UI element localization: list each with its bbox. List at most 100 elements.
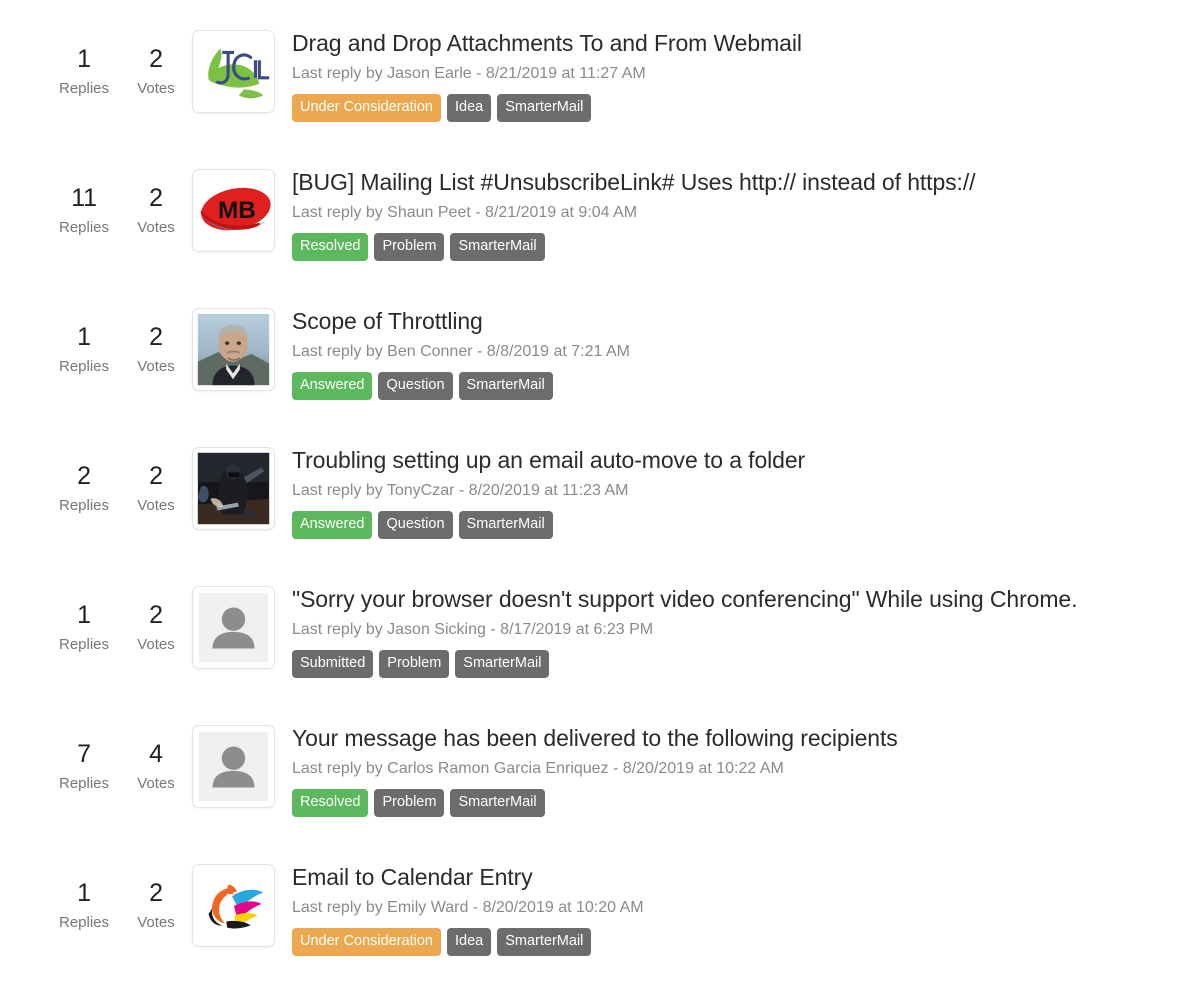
replies-label: Replies bbox=[58, 636, 110, 653]
avatar-cell: MB bbox=[192, 161, 292, 252]
category-tag[interactable]: Problem bbox=[374, 789, 445, 817]
man-photo-avatar[interactable] bbox=[192, 308, 275, 391]
votes-count: 2 bbox=[149, 462, 163, 490]
replies-count: 1 bbox=[77, 323, 91, 351]
replies-stat: 1 Replies bbox=[48, 322, 120, 378]
thread-title-link[interactable]: Troubling setting up an email auto-move … bbox=[292, 445, 1200, 475]
category-tag[interactable]: SmarterMail bbox=[458, 511, 553, 539]
category-tag[interactable]: Idea bbox=[447, 928, 492, 956]
thread-content: Your message has been delivered to the f… bbox=[292, 717, 1200, 817]
votes-label: Votes bbox=[137, 775, 175, 792]
thread-last-reply-meta: Last reply by TonyCzar - 8/20/2019 at 11… bbox=[292, 482, 629, 499]
replies-label: Replies bbox=[58, 775, 110, 792]
replies-count: 1 bbox=[77, 601, 91, 629]
thread-stats: 7 Replies 4 Votes bbox=[0, 717, 192, 795]
thread-stats: 1 Replies 2 Votes bbox=[0, 578, 192, 656]
thread-row[interactable]: 1 Replies 2 Votes Drag and Drop Attachments … bbox=[0, 22, 1200, 161]
phoenix-logo-avatar[interactable] bbox=[192, 864, 275, 947]
replies-label: Replies bbox=[58, 219, 110, 236]
avatar-cell bbox=[192, 856, 292, 947]
default-person-avatar[interactable] bbox=[192, 725, 275, 808]
thread-title-link[interactable]: Scope of Throttling bbox=[292, 306, 1200, 336]
tag-row: Answered Question SmarterMail bbox=[292, 511, 1200, 539]
votes-stat: 4 Votes bbox=[120, 739, 192, 795]
thread-stats: 2 Replies 2 Votes bbox=[0, 439, 192, 517]
thread-content: [BUG] Mailing List #UnsubscribeLink# Use… bbox=[292, 161, 1200, 261]
category-tag[interactable]: Question bbox=[378, 511, 453, 539]
tag-row: Resolved Problem SmarterMail bbox=[292, 233, 1200, 261]
thread-stats: 11 Replies 2 Votes bbox=[0, 161, 192, 239]
replies-stat: 2 Replies bbox=[48, 461, 120, 517]
replies-stat: 7 Replies bbox=[48, 739, 120, 795]
thread-last-reply-meta: Last reply by Emily Ward - 8/20/2019 at … bbox=[292, 899, 644, 916]
avatar-cell bbox=[192, 717, 292, 808]
votes-label: Votes bbox=[137, 497, 175, 514]
replies-label: Replies bbox=[58, 80, 110, 97]
replies-count: 2 bbox=[77, 462, 91, 490]
tag-row: Resolved Problem SmarterMail bbox=[292, 789, 1200, 817]
thread-stats: 1 Replies 2 Votes bbox=[0, 22, 192, 100]
replies-label: Replies bbox=[58, 914, 110, 931]
status-tag[interactable]: Answered bbox=[292, 372, 373, 400]
avatar-cell bbox=[192, 22, 292, 113]
votes-stat: 2 Votes bbox=[120, 878, 192, 934]
thread-content: Scope of Throttling Last reply by Ben Con… bbox=[292, 300, 1200, 400]
category-tag[interactable]: Problem bbox=[374, 233, 445, 261]
category-tag[interactable]: SmarterMail bbox=[450, 233, 545, 261]
thread-title-link[interactable]: Your message has been delivered to the f… bbox=[292, 723, 1200, 753]
status-tag[interactable]: Resolved bbox=[292, 233, 369, 261]
replies-count: 11 bbox=[71, 184, 97, 212]
tag-row: Submitted Problem SmarterMail bbox=[292, 650, 1200, 678]
status-tag[interactable]: Resolved bbox=[292, 789, 369, 817]
knight-photo-avatar[interactable] bbox=[192, 447, 275, 530]
votes-stat: 2 Votes bbox=[120, 322, 192, 378]
thread-list: 1 Replies 2 Votes Drag and Drop Attachments … bbox=[0, 0, 1200, 995]
votes-stat: 2 Votes bbox=[120, 600, 192, 656]
thread-row[interactable]: 2 Replies 2 Votes Troubling setting up an em… bbox=[0, 439, 1200, 578]
category-tag[interactable]: Problem bbox=[379, 650, 450, 678]
thread-content: Troubling setting up an email auto-move … bbox=[292, 439, 1200, 539]
avatar-cell bbox=[192, 578, 292, 669]
avatar-cell bbox=[192, 300, 292, 391]
votes-count: 2 bbox=[149, 601, 163, 629]
category-tag[interactable]: SmarterMail bbox=[497, 928, 592, 956]
jcl-logo-avatar[interactable] bbox=[192, 30, 275, 113]
votes-label: Votes bbox=[137, 636, 175, 653]
status-tag[interactable]: Answered bbox=[292, 511, 373, 539]
thread-row[interactable]: 1 Replies 2 Votes Scope of Throttling Last re… bbox=[0, 300, 1200, 439]
thread-content: Drag and Drop Attachments To and From We… bbox=[292, 22, 1200, 122]
thread-last-reply-meta: Last reply by Carlos Ramon Garcia Enriqu… bbox=[292, 760, 784, 777]
category-tag[interactable]: SmarterMail bbox=[450, 789, 545, 817]
votes-label: Votes bbox=[137, 358, 175, 375]
thread-row[interactable]: 1 Replies 2 Votes Email to Calendar Entry Las… bbox=[0, 856, 1200, 995]
tag-row: Under Consideration Idea SmarterMail bbox=[292, 928, 1200, 956]
votes-stat: 2 Votes bbox=[120, 183, 192, 239]
thread-row[interactable]: 1 Replies 2 Votes "Sorry your browser doesn'… bbox=[0, 578, 1200, 717]
thread-row[interactable]: 11 Replies 2 Votes MB [BUG] Mailing List #Uns… bbox=[0, 161, 1200, 300]
votes-stat: 2 Votes bbox=[120, 461, 192, 517]
thread-row[interactable]: 7 Replies 4 Votes Your message has been deli… bbox=[0, 717, 1200, 856]
replies-count: 1 bbox=[77, 45, 91, 73]
category-tag[interactable]: Idea bbox=[447, 94, 492, 122]
status-tag[interactable]: Under Consideration bbox=[292, 928, 441, 956]
replies-label: Replies bbox=[58, 497, 110, 514]
votes-label: Votes bbox=[137, 80, 175, 97]
thread-title-link[interactable]: "Sorry your browser doesn't support vide… bbox=[292, 584, 1200, 614]
thread-title-link[interactable]: [BUG] Mailing List #UnsubscribeLink# Use… bbox=[292, 167, 1200, 197]
thread-stats: 1 Replies 2 Votes bbox=[0, 856, 192, 934]
mb-logo-avatar[interactable]: MB bbox=[192, 169, 275, 252]
default-person-avatar[interactable] bbox=[192, 586, 275, 669]
category-tag[interactable]: SmarterMail bbox=[458, 372, 553, 400]
thread-title-link[interactable]: Drag and Drop Attachments To and From We… bbox=[292, 28, 1200, 58]
thread-title-link[interactable]: Email to Calendar Entry bbox=[292, 862, 1200, 892]
votes-stat: 2 Votes bbox=[120, 44, 192, 100]
tag-row: Answered Question SmarterMail bbox=[292, 372, 1200, 400]
category-tag[interactable]: SmarterMail bbox=[455, 650, 550, 678]
replies-stat: 1 Replies bbox=[48, 600, 120, 656]
status-tag[interactable]: Submitted bbox=[292, 650, 374, 678]
status-tag[interactable]: Under Consideration bbox=[292, 94, 441, 122]
replies-stat: 1 Replies bbox=[48, 878, 120, 934]
category-tag[interactable]: Question bbox=[378, 372, 453, 400]
votes-count: 2 bbox=[149, 879, 163, 907]
category-tag[interactable]: SmarterMail bbox=[497, 94, 592, 122]
